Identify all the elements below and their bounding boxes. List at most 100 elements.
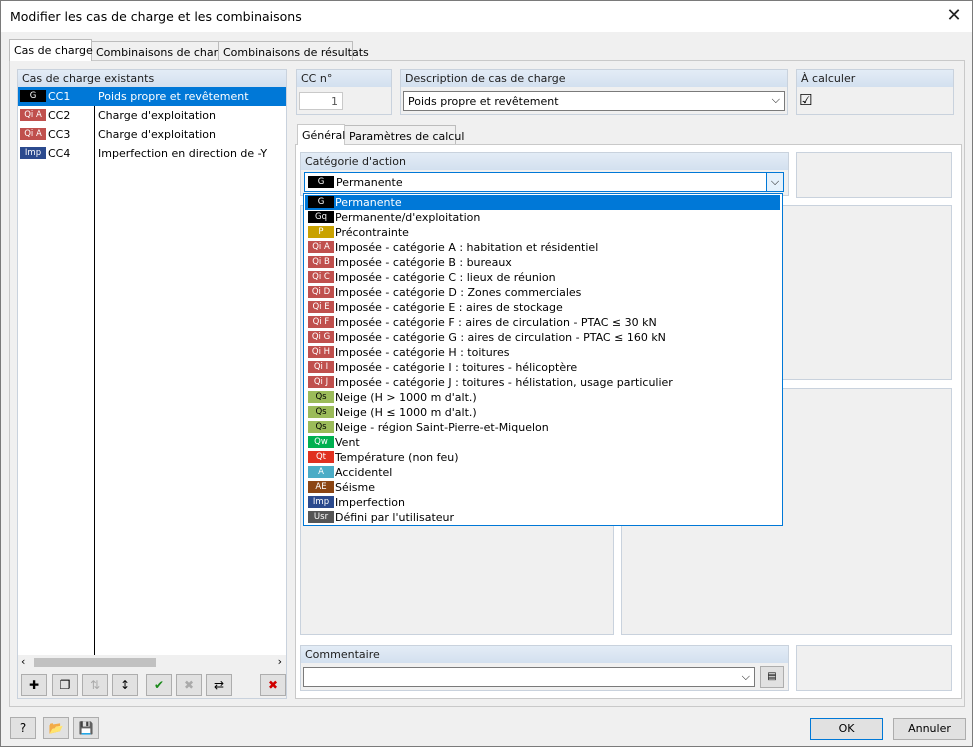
side-box-2	[796, 645, 952, 691]
category-dropdown-list[interactable]: G Permanente Gq Permanente/d'exploitation …	[303, 193, 783, 526]
sort-icon[interactable]: ↕	[112, 674, 138, 696]
dropdown-item[interactable]: Qi J Imposée - catégorie J : toitures - h…	[305, 375, 780, 390]
cases-list[interactable]: G CC1 Poids propre et revêtement Qi A CC…	[18, 87, 286, 655]
renumber-icon[interactable]: ⇅	[82, 674, 108, 696]
dropdown-item-label: Imposée - catégorie I : toitures - hélic…	[335, 361, 578, 374]
case-id: CC2	[48, 109, 71, 122]
dropdown-item[interactable]: Qi D Imposée - catégorie D : Zones commer…	[305, 285, 780, 300]
tab-cas-de-charge[interactable]: Cas de charge	[9, 39, 93, 61]
category-select[interactable]: G Permanente ⌵	[304, 172, 784, 192]
description-header: Description de cas de charge	[401, 70, 787, 87]
dropdown-item[interactable]: Qi G Imposée - catégorie G : aires de cir…	[305, 330, 780, 345]
category-badge: Qi D	[308, 286, 334, 298]
dropdown-item[interactable]: Qs Neige - région Saint-Pierre-et-Miquelo…	[305, 420, 780, 435]
dropdown-item-label: Vent	[335, 436, 360, 449]
dropdown-item-label: Température (non feu)	[335, 451, 459, 464]
category-badge: Qs	[308, 391, 334, 403]
category-group: Catégorie d'action G Permanente ⌵	[300, 152, 789, 196]
dropdown-item[interactable]: Qw Vent	[305, 435, 780, 450]
dropdown-item-label: Imposée - catégorie A : habitation et ré…	[335, 241, 599, 254]
ok-button[interactable]: OK	[810, 718, 883, 740]
dropdown-item[interactable]: Qi H Imposée - catégorie H : toitures	[305, 345, 780, 360]
list-item[interactable]: Qi A CC3 Charge d'exploitation	[18, 125, 286, 144]
list-item[interactable]: Qi A CC2 Charge d'exploitation	[18, 106, 286, 125]
uncheck-all-icon[interactable]: ✖	[176, 674, 202, 696]
dropdown-item[interactable]: G Permanente	[305, 195, 780, 210]
dropdown-item[interactable]: P Précontrainte	[305, 225, 780, 240]
dropdown-item[interactable]: AE Séisme	[305, 480, 780, 495]
scrollbar-thumb[interactable]	[34, 658, 156, 667]
cancel-button[interactable]: Annuler	[893, 718, 966, 740]
dropdown-item-label: Neige (H ≤ 1000 m d'alt.)	[335, 406, 477, 419]
dropdown-item-label: Neige (H > 1000 m d'alt.)	[335, 391, 477, 404]
case-id: CC4	[48, 147, 71, 160]
case-id: CC3	[48, 128, 71, 141]
dropdown-item-label: Imposée - catégorie G : aires de circula…	[335, 331, 666, 344]
comment-field[interactable]: ⌵	[303, 667, 755, 687]
list-item[interactable]: Imp CC4 Imperfection en direction de -Y	[18, 144, 286, 163]
window-title: Modifier les cas de charge et les combin…	[10, 9, 302, 24]
cc-number-group: CC n° 1	[296, 69, 392, 115]
tab-combinaisons-de-resultats[interactable]: Combinaisons de résultats	[218, 41, 369, 61]
tab-general[interactable]: Général	[297, 124, 345, 145]
scroll-left-icon[interactable]: ‹	[21, 655, 25, 668]
calculate-checkbox[interactable]: ☑	[799, 91, 812, 109]
case-desc: Charge d'exploitation	[98, 109, 217, 122]
check-all-icon[interactable]: ✔	[146, 674, 172, 696]
chevron-down-icon[interactable]: ⌵	[772, 93, 780, 107]
dropdown-item[interactable]: Qt Température (non feu)	[305, 450, 780, 465]
dropdown-item[interactable]: Qs Neige (H ≤ 1000 m d'alt.)	[305, 405, 780, 420]
list-item[interactable]: G CC1 Poids propre et revêtement	[18, 87, 286, 106]
category-badge: P	[308, 226, 334, 238]
comment-library-icon[interactable]: ▤	[760, 666, 784, 688]
comment-header: Commentaire	[301, 646, 788, 663]
tab-combinaisons-de-charge[interactable]: Combinaisons de charge	[91, 41, 232, 61]
open-folder-icon[interactable]: 📂	[43, 717, 69, 739]
dropdown-item[interactable]: Qs Neige (H > 1000 m d'alt.)	[305, 390, 780, 405]
dropdown-item-label: Imperfection	[335, 496, 405, 509]
description-group: Description de cas de charge Poids propr…	[400, 69, 788, 115]
category-badge: Qi A	[20, 128, 46, 140]
dropdown-item[interactable]: Qi E Imposée - catégorie E : aires de sto…	[305, 300, 780, 315]
copy-case-icon[interactable]: ❐	[52, 674, 78, 696]
description-value: Poids propre et revêtement	[408, 95, 559, 108]
dropdown-item-label: Imposée - catégorie E : aires de stockag…	[335, 301, 563, 314]
category-badge: A	[308, 466, 334, 478]
dropdown-item[interactable]: Qi F Imposée - catégorie F : aires de cir…	[305, 315, 780, 330]
dropdown-item[interactable]: Qi I Imposée - catégorie I : toitures - h…	[305, 360, 780, 375]
calculate-group: À calculer ☑	[796, 69, 954, 115]
dropdown-item[interactable]: Gq Permanente/d'exploitation	[305, 210, 780, 225]
dropdown-item[interactable]: Imp Imperfection	[305, 495, 780, 510]
category-badge: Qi A	[20, 109, 46, 121]
scroll-right-icon[interactable]: ›	[278, 655, 282, 668]
horizontal-scrollbar[interactable]: ‹ ›	[18, 655, 286, 670]
category-badge: Usr	[308, 511, 334, 523]
close-icon[interactable]: ✕	[942, 4, 966, 28]
dropdown-item-label: Neige - région Saint-Pierre-et-Miquelon	[335, 421, 549, 434]
dropdown-item-label: Imposée - catégorie F : aires de circula…	[335, 316, 657, 329]
category-badge: G	[308, 196, 334, 208]
category-badge: Gq	[308, 211, 334, 223]
category-badge: Imp	[20, 147, 46, 159]
dropdown-item[interactable]: Usr Défini par l'utilisateur	[305, 510, 780, 525]
dropdown-item[interactable]: Qi A Imposée - catégorie A : habitation e…	[305, 240, 780, 255]
transfer-icon[interactable]: ⇄	[206, 674, 232, 696]
new-case-icon[interactable]: ✚	[21, 674, 47, 696]
dropdown-item-label: Imposée - catégorie C : lieux de réunion	[335, 271, 556, 284]
chevron-down-icon[interactable]: ⌵	[742, 670, 750, 684]
save-icon[interactable]: 💾	[73, 717, 99, 739]
tab-parametres-de-calcul[interactable]: Paramètres de calcul	[344, 125, 464, 144]
category-badge: Qs	[308, 406, 334, 418]
delete-icon[interactable]: ✖	[260, 674, 286, 696]
category-badge: Qt	[308, 451, 334, 463]
category-badge: Qi G	[308, 331, 334, 343]
dropdown-item[interactable]: Qi B Imposée - catégorie B : bureaux	[305, 255, 780, 270]
description-select[interactable]: Poids propre et revêtement ⌵	[403, 91, 785, 111]
dropdown-item[interactable]: Qi C Imposée - catégorie C : lieux de réu…	[305, 270, 780, 285]
category-badge: Qw	[308, 436, 334, 448]
category-badge: Qi B	[308, 256, 334, 268]
help-icon[interactable]: ?	[10, 717, 36, 739]
chevron-down-icon[interactable]: ⌵	[766, 173, 783, 191]
cc-number-field[interactable]: 1	[299, 92, 343, 110]
dropdown-item[interactable]: A Accidentel	[305, 465, 780, 480]
